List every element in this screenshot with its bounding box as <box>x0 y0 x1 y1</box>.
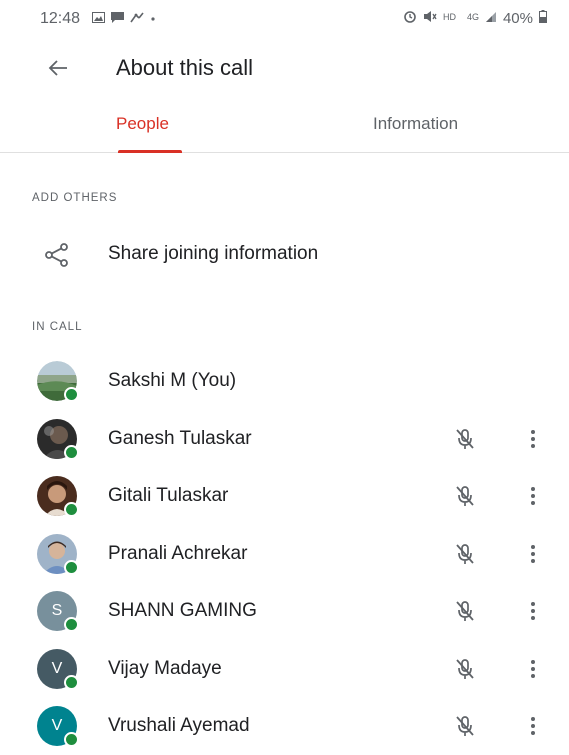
gallery-icon <box>92 12 105 26</box>
app-bar: About this call <box>0 40 569 96</box>
mic-off-icon <box>452 483 478 509</box>
online-status-dot <box>64 387 79 402</box>
online-status-dot <box>64 732 79 747</box>
tab-active-indicator <box>118 150 182 153</box>
participant-name: Ganesh Tulaskar <box>108 427 252 449</box>
more-vert-icon <box>531 544 535 563</box>
page-title: About this call <box>116 55 253 80</box>
participant-name: Pranali Achrekar <box>108 542 248 564</box>
participant-row[interactable]: S SHANN GAMING <box>0 582 569 640</box>
battery-icon <box>539 10 547 27</box>
more-options-button[interactable] <box>522 426 544 452</box>
more-options-button[interactable] <box>522 483 544 509</box>
participant-name: Vijay Madaye <box>108 657 222 679</box>
avatar: V <box>37 706 79 747</box>
avatar <box>37 533 79 575</box>
more-options-button[interactable] <box>522 598 544 624</box>
mic-off-icon <box>452 713 478 739</box>
mic-off-icon <box>452 598 478 624</box>
signal-icon <box>485 10 497 27</box>
share-label: Share joining information <box>108 243 319 264</box>
online-status-dot <box>64 559 79 575</box>
message-icon <box>111 12 124 26</box>
avatar: S <box>37 591 79 632</box>
section-header-add-others: ADD OTHERS <box>32 192 118 204</box>
online-status-dot <box>64 444 79 460</box>
more-options-button[interactable] <box>522 656 544 682</box>
back-button[interactable] <box>42 52 74 84</box>
avatar <box>37 476 79 517</box>
online-status-dot <box>64 617 79 632</box>
participant-name: SHANN GAMING <box>108 600 257 621</box>
participant-row[interactable]: Ganesh Tulaskar <box>0 410 569 468</box>
more-vert-icon <box>531 487 535 505</box>
alarm-icon <box>403 10 417 27</box>
status-left-icons <box>92 12 156 26</box>
dot-icon <box>150 12 156 26</box>
more-vert-icon <box>531 717 535 735</box>
svg-text:HD: HD <box>443 12 456 22</box>
arrow-back-icon <box>48 60 67 76</box>
svg-text:4G: 4G <box>467 12 479 22</box>
participant-list: Sakshi M (You) Ganesh Tulaskar Gitali Tu… <box>0 352 569 755</box>
more-options-button[interactable] <box>522 713 544 739</box>
signal-alt-icon <box>130 12 144 26</box>
mic-off-icon <box>452 656 478 682</box>
more-vert-icon <box>531 429 535 448</box>
tab-people[interactable]: People <box>116 114 169 134</box>
mute-icon <box>423 10 437 27</box>
mic-off-icon <box>452 426 478 452</box>
participant-row[interactable]: Gitali Tulaskar <box>0 467 569 525</box>
participant-name: Gitali Tulaskar <box>108 485 229 506</box>
data-icon: 4G <box>467 10 479 27</box>
battery-text: 40% <box>502 10 533 27</box>
online-status-dot <box>64 502 79 517</box>
participant-row[interactable]: Sakshi M (You) <box>0 352 569 410</box>
participant-name: Sakshi M (You) <box>108 370 237 391</box>
tab-bar: People Information <box>0 100 569 153</box>
participant-row[interactable]: V Vijay Madaye <box>0 640 569 698</box>
more-options-button[interactable] <box>522 541 544 567</box>
more-vert-icon <box>531 602 535 620</box>
avatar <box>37 418 79 460</box>
mic-off-icon <box>452 541 478 567</box>
share-joining-info-row[interactable]: Share joining information <box>0 226 569 282</box>
share-icon <box>44 242 70 268</box>
status-time: 12:48 <box>40 10 81 27</box>
avatar <box>37 361 79 402</box>
status-right-icons: HD 4G 40% <box>403 10 547 27</box>
online-status-dot <box>64 674 79 690</box>
participant-row[interactable]: Pranali Achrekar <box>0 525 569 583</box>
hd-volte-icon: HD <box>443 10 461 27</box>
section-header-in-call: IN CALL <box>32 321 83 333</box>
participant-row[interactable]: V Vrushali Ayemad <box>0 697 569 755</box>
tab-information[interactable]: Information <box>373 114 458 134</box>
more-vert-icon <box>531 659 535 678</box>
avatar: V <box>37 648 79 690</box>
participant-name: Vrushali Ayemad <box>108 715 250 736</box>
status-bar: 12:48 HD 4G 40% <box>0 0 569 38</box>
